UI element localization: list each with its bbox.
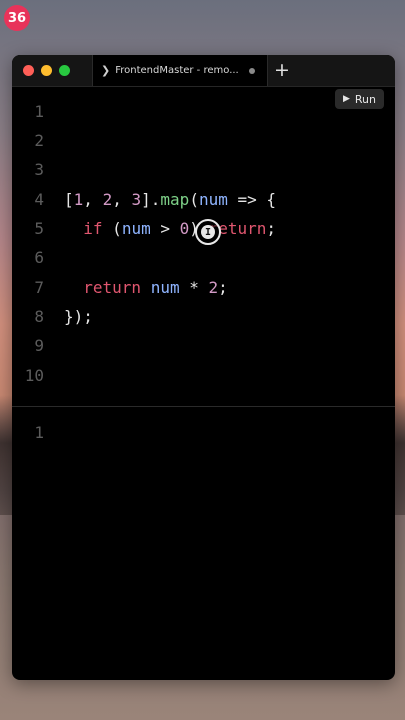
code-line: 2: [12, 126, 395, 155]
line-number: 9: [34, 336, 44, 355]
line-number: 6: [34, 248, 44, 267]
unsaved-dot-icon: [249, 68, 255, 74]
tab-label: FrontendMaster - remo...: [115, 65, 239, 76]
code-text: [1, 2, 3].map(num => {: [64, 190, 277, 209]
code-line: 4 [1, 2, 3].map(num => {: [12, 185, 395, 214]
count-badge: 36: [4, 5, 30, 31]
console-line: 1: [12, 418, 395, 447]
code-line: 1: [12, 97, 395, 126]
pane-divider[interactable]: [12, 406, 395, 407]
code-line: 6: [12, 243, 395, 272]
line-number: 1: [34, 423, 44, 442]
maximize-window-button[interactable]: [59, 65, 70, 76]
code-line: 3: [12, 155, 395, 184]
code-text: if (num > 0) return;: [83, 219, 276, 238]
line-number: 7: [34, 278, 44, 297]
cursor-beam-icon: I: [201, 225, 215, 239]
line-number: 1: [34, 102, 44, 121]
text-cursor-icon: I: [195, 219, 221, 245]
code-line: 10: [12, 361, 395, 390]
close-window-button[interactable]: [23, 65, 34, 76]
code-text: });: [64, 307, 93, 326]
code-editor[interactable]: 1 2 3 4 [1, 2, 3].map(num => { 5 if (num…: [12, 97, 395, 407]
line-number: 4: [34, 190, 44, 209]
code-text: return num * 2;: [83, 278, 228, 297]
chevron-right-icon: ❯: [101, 64, 111, 77]
minimize-window-button[interactable]: [41, 65, 52, 76]
line-number: 8: [34, 307, 44, 326]
line-number: 5: [34, 219, 44, 238]
plus-icon[interactable]: +: [274, 58, 290, 82]
tab-file[interactable]: ❯ FrontendMaster - remo...: [92, 55, 268, 86]
line-number: 2: [34, 131, 44, 150]
title-bar: ❯ FrontendMaster - remo... +: [12, 55, 395, 87]
editor-window: ❯ FrontendMaster - remo... + ▶ Run 1 2 3…: [12, 55, 395, 680]
line-number: 3: [34, 160, 44, 179]
line-number: 10: [24, 366, 44, 385]
code-line: 8 });: [12, 302, 395, 331]
code-line: 7 return num * 2;: [12, 273, 395, 302]
code-line: 9: [12, 331, 395, 360]
